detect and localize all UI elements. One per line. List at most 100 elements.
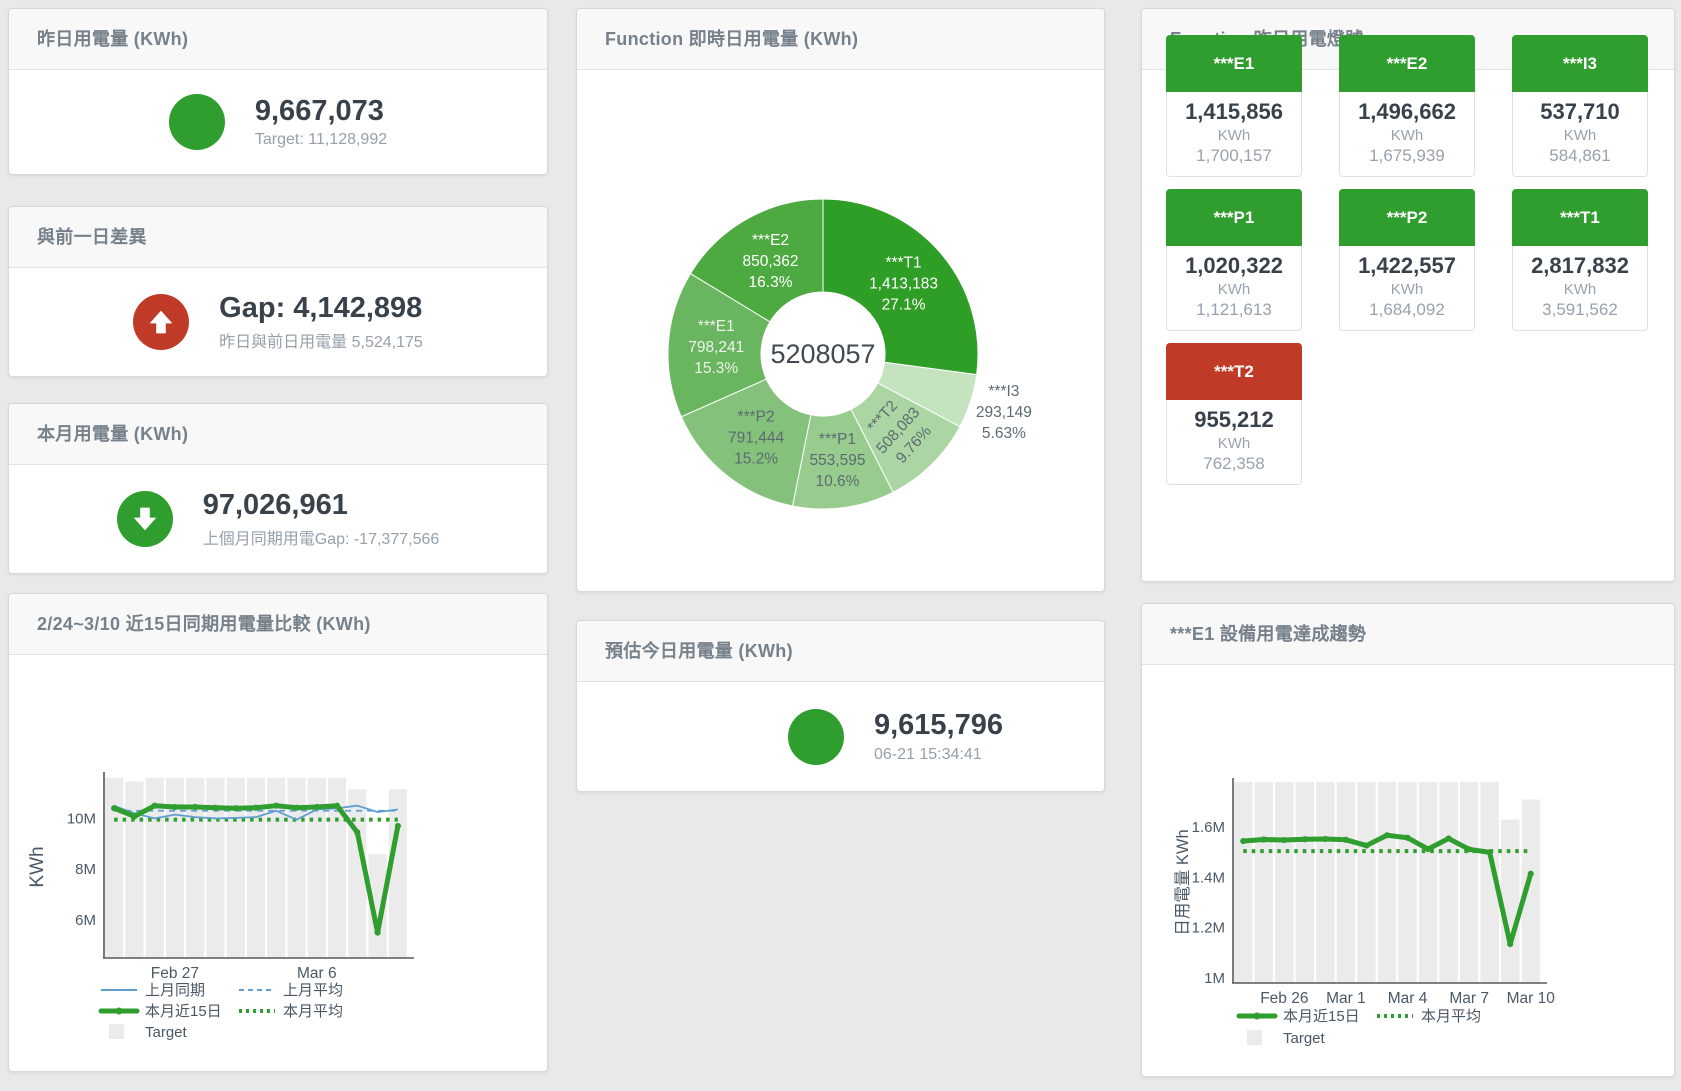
tile-status-header: ***E2 bbox=[1339, 35, 1475, 92]
svg-text:本月近15日: 本月近15日 bbox=[1283, 1008, 1360, 1025]
card-yesterday-usage: 昨日用電量 (KWh) 9,667,073 Target: 11,128,992 bbox=[8, 8, 548, 175]
svg-text:本月平均: 本月平均 bbox=[283, 1003, 343, 1020]
tile-body: 1,422,557KWh1,684,092 bbox=[1339, 246, 1475, 331]
svg-text:Feb 26: Feb 26 bbox=[1260, 990, 1308, 1007]
realtime-donut-chart[interactable]: ***T11,413,18327.1%***I3293,1495.63%***T… bbox=[577, 70, 1102, 594]
legend-item-本月近15日[interactable]: 本月近15日 bbox=[101, 1003, 222, 1020]
tile-status-header: ***I3 bbox=[1512, 35, 1648, 92]
metric-subtitle: Target: 11,128,992 bbox=[255, 131, 387, 149]
tile-target: 584,861 bbox=[1513, 146, 1647, 166]
svg-text:本月平均: 本月平均 bbox=[1421, 1008, 1481, 1025]
card-status-lights: Function 昨日用電燈號 ***E11,415,856KWh1,700,1… bbox=[1141, 8, 1675, 582]
arrow-up-icon bbox=[133, 294, 189, 350]
target-bar bbox=[389, 789, 407, 958]
tile-value: 1,020,322 bbox=[1167, 253, 1301, 279]
legend-item-本月平均[interactable]: 本月平均 bbox=[1377, 1008, 1481, 1025]
target-bar bbox=[1357, 782, 1375, 983]
tile-status-header: ***T2 bbox=[1166, 343, 1302, 400]
target-bar bbox=[1419, 782, 1437, 983]
svg-text:10M: 10M bbox=[67, 810, 96, 827]
tile-value: 1,422,557 bbox=[1340, 253, 1474, 279]
card-title: 與前一日差異 bbox=[9, 207, 547, 268]
status-circle-icon bbox=[169, 94, 225, 150]
svg-text:Mar 6: Mar 6 bbox=[297, 965, 337, 982]
tile-target: 3,591,562 bbox=[1513, 300, 1647, 320]
tile-target: 1,700,157 bbox=[1167, 146, 1301, 166]
realtime-donut-canvas[interactable]: ***T11,413,18327.1%***I3293,1495.63%***T… bbox=[577, 70, 1102, 589]
svg-text:Mar 7: Mar 7 bbox=[1449, 990, 1489, 1007]
target-bar bbox=[1439, 782, 1457, 983]
metric-subtitle: 上個月同期用電Gap: -17,377,566 bbox=[203, 525, 440, 549]
legend-item-上月平均[interactable]: 上月平均 bbox=[239, 982, 343, 999]
tile-value: 955,212 bbox=[1167, 407, 1301, 433]
tile-status-header: ***T1 bbox=[1512, 189, 1648, 246]
metric-value: Gap: 4,142,898 bbox=[219, 292, 423, 325]
legend-item-Target[interactable]: Target bbox=[109, 1024, 188, 1041]
svg-text:1.2M: 1.2M bbox=[1192, 920, 1225, 937]
tile-status-header: ***E1 bbox=[1166, 35, 1302, 92]
status-circle-icon bbox=[788, 709, 844, 765]
card-title: 昨日用電量 (KWh) bbox=[9, 9, 547, 70]
card-title: ***E1 設備用電達成趨勢 bbox=[1142, 604, 1674, 665]
tile-unit: KWh bbox=[1513, 127, 1647, 144]
tile-value: 537,710 bbox=[1513, 99, 1647, 125]
target-bar bbox=[1337, 782, 1355, 983]
tile-unit: KWh bbox=[1167, 281, 1301, 298]
legend-item-上月同期[interactable]: 上月同期 bbox=[101, 982, 205, 999]
card-realtime-donut: Function 即時日用電量 (KWh) ***T11,413,18327.1… bbox=[576, 8, 1105, 592]
card-title: 2/24~3/10 近15日同期用電量比較 (KWh) bbox=[9, 594, 547, 655]
svg-text:Mar 1: Mar 1 bbox=[1326, 990, 1366, 1007]
card-day-gap: 與前一日差異 Gap: 4,142,898 昨日與前日用電量 5,524,175 bbox=[8, 206, 548, 377]
tile-body: 1,415,856KWh1,700,157 bbox=[1166, 92, 1302, 177]
svg-text:Feb 27: Feb 27 bbox=[151, 965, 199, 982]
metric-body: Gap: 4,142,898 昨日與前日用電量 5,524,175 bbox=[9, 268, 547, 376]
card-title: 預估今日用電量 (KWh) bbox=[577, 621, 1104, 682]
tile-unit: KWh bbox=[1513, 281, 1647, 298]
card-compare-chart: 2/24~3/10 近15日同期用電量比較 (KWh) 6M8M10MFeb 2… bbox=[8, 593, 548, 1072]
legend-item-本月平均[interactable]: 本月平均 bbox=[239, 1003, 343, 1020]
status-tile-E2: ***E21,496,662KWh1,675,939 bbox=[1339, 35, 1475, 177]
metric-body: 9,667,073 Target: 11,128,992 bbox=[9, 70, 547, 174]
lights-grid: ***E11,415,856KWh1,700,157***E21,496,662… bbox=[1142, 9, 1674, 581]
tile-target: 1,121,613 bbox=[1167, 300, 1301, 320]
svg-text:1.6M: 1.6M bbox=[1192, 819, 1225, 836]
tile-body: 955,212KWh762,358 bbox=[1166, 400, 1302, 485]
tile-unit: KWh bbox=[1167, 127, 1301, 144]
status-tile-P2: ***P21,422,557KWh1,684,092 bbox=[1339, 189, 1475, 331]
target-bar bbox=[1296, 782, 1314, 983]
metric-value: 9,667,073 bbox=[255, 95, 387, 128]
compare-chart[interactable]: 6M8M10MFeb 27Mar 6KWh上月同期上月平均本月近15日本月平均T… bbox=[9, 655, 545, 1074]
svg-text:6M: 6M bbox=[75, 912, 96, 929]
svg-text:5208057: 5208057 bbox=[770, 339, 875, 369]
metric-body: 97,026,961 上個月同期用電Gap: -17,377,566 bbox=[9, 465, 547, 573]
svg-text:1M: 1M bbox=[1204, 970, 1225, 987]
compare_chart-canvas[interactable]: 6M8M10MFeb 27Mar 6KWh上月同期上月平均本月近15日本月平均T… bbox=[9, 655, 545, 1069]
target-bar bbox=[125, 782, 143, 958]
svg-text:Mar 4: Mar 4 bbox=[1388, 990, 1428, 1007]
target-bar bbox=[1501, 820, 1519, 983]
target-bar bbox=[227, 778, 245, 958]
svg-text:上月平均: 上月平均 bbox=[283, 982, 343, 999]
status-tile-T2: ***T2955,212KWh762,358 bbox=[1166, 343, 1302, 485]
target-bar bbox=[1255, 782, 1273, 983]
metric-subtitle: 06-21 15:34:41 bbox=[874, 746, 1003, 764]
tile-status-header: ***P2 bbox=[1339, 189, 1475, 246]
svg-text:Mar 10: Mar 10 bbox=[1507, 990, 1556, 1007]
legend-item-本月近15日[interactable]: 本月近15日 bbox=[1239, 1008, 1360, 1025]
tile-target: 762,358 bbox=[1167, 454, 1301, 474]
metric-value: 9,615,796 bbox=[874, 709, 1003, 742]
card-month-usage: 本月用電量 (KWh) 97,026,961 上個月同期用電Gap: -17,3… bbox=[8, 403, 548, 574]
e1-trend-chart[interactable]: 1M1.2M1.4M1.6MFeb 26Mar 1Mar 4Mar 7Mar 1… bbox=[1142, 665, 1672, 1078]
status-tile-P1: ***P11,020,322KWh1,121,613 bbox=[1166, 189, 1302, 331]
tile-body: 2,817,832 KWh 3,591,562 bbox=[1512, 246, 1648, 331]
tile-target: 1,684,092 bbox=[1340, 300, 1474, 320]
target-bar bbox=[1275, 782, 1293, 983]
legend-item-Target[interactable]: Target bbox=[1247, 1030, 1326, 1047]
tile-body: 1,496,662KWh1,675,939 bbox=[1339, 92, 1475, 177]
trend_chart-canvas[interactable]: 1M1.2M1.4M1.6MFeb 26Mar 1Mar 4Mar 7Mar 1… bbox=[1142, 665, 1672, 1073]
tile-value: 2,817,832 bbox=[1513, 253, 1647, 279]
donut-slice-label: ***I3293,1495.63% bbox=[976, 383, 1032, 442]
target-bar bbox=[1234, 782, 1252, 983]
tile-unit: KWh bbox=[1340, 127, 1474, 144]
status-tile-E1: ***E11,415,856KWh1,700,157 bbox=[1166, 35, 1302, 177]
